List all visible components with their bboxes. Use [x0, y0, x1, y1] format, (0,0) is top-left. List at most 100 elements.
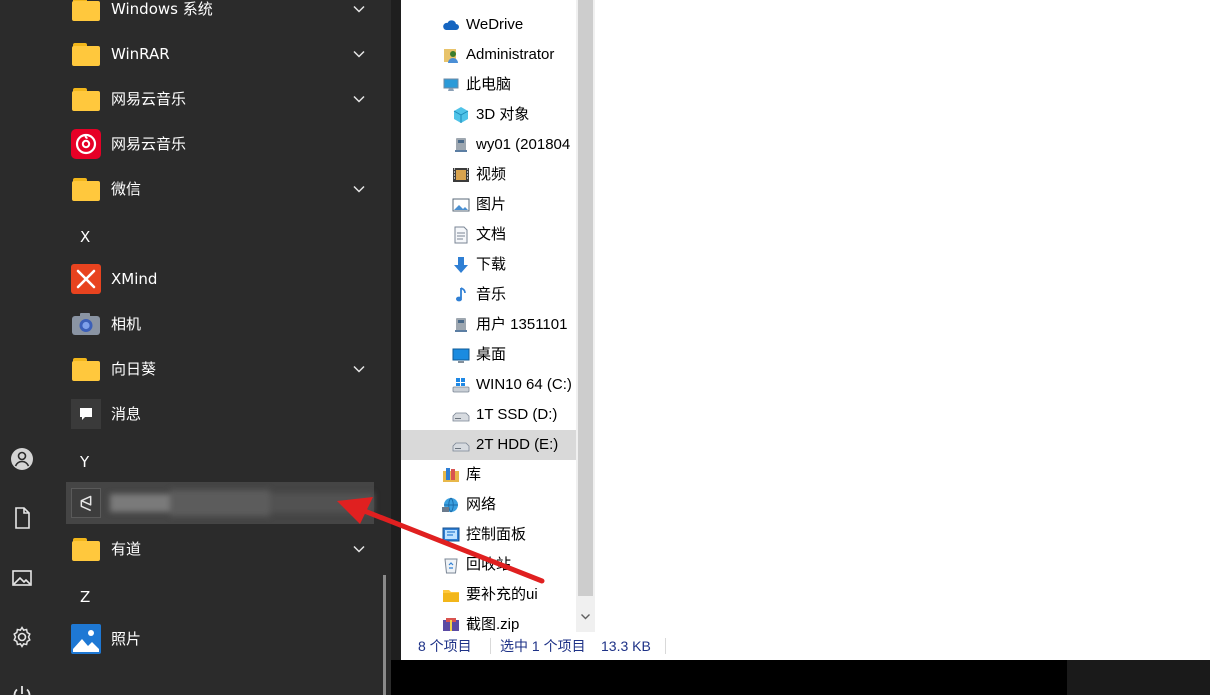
app-item-windows-system[interactable]: Windows 系统 — [66, 0, 374, 29]
folder-icon — [71, 39, 101, 69]
nav-label: 视频 — [476, 166, 507, 183]
nav-item-music[interactable]: 音乐 — [401, 280, 576, 310]
nav-item-network[interactable]: 网络 — [401, 490, 576, 520]
app-label: Windows 系统 — [111, 0, 213, 18]
nav-item-recycle-bin[interactable]: 回收站 — [401, 550, 576, 580]
power-button[interactable] — [5, 678, 39, 695]
nav-item-downloads[interactable]: 下载 — [401, 250, 576, 280]
nav-label: 网络 — [466, 496, 497, 513]
nav-item-pictures[interactable]: 图片 — [401, 190, 576, 220]
scrollbar-thumb[interactable] — [578, 0, 593, 596]
group-letter-y[interactable]: Y — [80, 447, 100, 477]
chevron-down-icon[interactable] — [352, 47, 366, 61]
nav-label: Administrator — [466, 46, 555, 63]
status-item-count: 8 个项目 — [418, 638, 472, 654]
app-label: 网易云音乐 — [111, 90, 187, 108]
3d-objects-icon — [453, 107, 469, 123]
control-panel-icon — [442, 527, 460, 542]
nav-label: 此电脑 — [466, 76, 512, 93]
app-label: 有道 — [111, 540, 142, 558]
nav-label: 用户 1351101 — [476, 316, 568, 333]
camera-icon — [72, 313, 100, 335]
cloud-icon — [443, 20, 459, 30]
app-item-winrar[interactable]: WinRAR — [66, 34, 374, 74]
network-icon — [442, 497, 458, 513]
nav-label: 要补充的ui — [466, 586, 538, 603]
app-item-blurred-unity[interactable] — [66, 482, 374, 524]
nav-item-drive-c[interactable]: WIN10 64 (C:) — [401, 370, 576, 400]
zip-icon — [443, 618, 459, 631]
nav-item-drive-d[interactable]: 1T SSD (D:) — [401, 400, 576, 430]
nav-label: 文档 — [476, 226, 507, 243]
nav-item-desktop[interactable]: 桌面 — [401, 340, 576, 370]
nav-item-3d-objects[interactable]: 3D 对象 — [401, 100, 576, 130]
nav-item-administrator[interactable]: Administrator — [401, 40, 576, 70]
app-item-netease-folder[interactable]: 网易云音乐 — [66, 79, 374, 119]
nav-item-user-1351101[interactable]: 用户 1351101 — [401, 310, 576, 340]
nav-label: 音乐 — [476, 286, 507, 303]
netease-music-icon — [71, 129, 101, 159]
scroll-down-arrow-icon[interactable] — [580, 611, 591, 622]
nav-item-zip[interactable]: 截图.zip — [401, 610, 576, 632]
app-item-youdao-folder[interactable]: 有道 — [66, 529, 374, 569]
nav-item-videos[interactable]: 视频 — [401, 160, 576, 190]
user-icon — [11, 448, 33, 470]
start-rail — [0, 0, 44, 695]
folder-icon — [71, 0, 101, 24]
content-pane[interactable] — [595, 0, 1210, 632]
network-drive-icon — [455, 138, 467, 152]
nav-label: wy01 (201804 — [476, 136, 571, 153]
chevron-down-icon[interactable] — [352, 2, 366, 16]
nav-label: 下载 — [476, 256, 507, 273]
group-letter-z[interactable]: Z — [80, 582, 100, 612]
documents-button[interactable] — [5, 501, 39, 535]
navigation-scrollbar[interactable] — [576, 0, 595, 632]
app-item-photos[interactable]: 照片 — [66, 619, 374, 659]
nav-item-control-panel[interactable]: 控制面板 — [401, 520, 576, 550]
nav-label: 库 — [466, 466, 482, 483]
nav-item-documents[interactable]: 文档 — [401, 220, 576, 250]
user-folder-icon — [444, 49, 458, 63]
app-label: 网易云音乐 — [111, 135, 187, 153]
app-label: 微信 — [111, 180, 142, 198]
blurred-label — [110, 490, 374, 516]
user-account-button[interactable] — [5, 442, 39, 476]
app-item-netease-music[interactable]: 网易云音乐 — [66, 124, 374, 164]
nav-item-wy01[interactable]: wy01 (201804 — [401, 130, 576, 160]
this-pc-icon — [443, 78, 459, 91]
chevron-down-icon[interactable] — [352, 362, 366, 376]
folder-icon — [71, 84, 101, 114]
navigation-pane: WeDrive Administrator 此电脑 3D 对象 wy01 (20… — [401, 0, 576, 632]
app-item-wechat-folder[interactable]: 微信 — [66, 169, 374, 209]
nav-label: WIN10 64 (C:) — [476, 376, 572, 393]
settings-button[interactable] — [5, 620, 39, 654]
nav-label: 1T SSD (D:) — [476, 406, 558, 423]
documents-icon — [454, 226, 468, 244]
pictures-button[interactable] — [5, 561, 39, 595]
start-scrollbar[interactable] — [383, 575, 386, 695]
nav-item-ui-folder[interactable]: 要补充的ui — [401, 580, 576, 610]
desktop-icon — [452, 348, 470, 363]
power-icon — [13, 686, 31, 695]
downloads-icon — [454, 257, 468, 273]
nav-item-drive-e[interactable]: 2T HDD (E:) — [401, 430, 576, 460]
group-letter-x[interactable]: X — [80, 222, 100, 252]
settings-icon — [13, 626, 31, 648]
chevron-down-icon[interactable] — [352, 92, 366, 106]
chevron-down-icon[interactable] — [352, 182, 366, 196]
app-item-camera[interactable]: 相机 — [66, 304, 374, 344]
unity-icon — [71, 488, 101, 518]
app-item-messaging[interactable]: 消息 — [66, 394, 374, 434]
app-item-sunflower-folder[interactable]: 向日葵 — [66, 349, 374, 389]
nav-item-this-pc[interactable]: 此电脑 — [401, 70, 576, 100]
file-explorer-window: WeDrive Administrator 此电脑 3D 对象 wy01 (20… — [401, 0, 1210, 660]
app-label: XMind — [111, 270, 158, 288]
nav-item-libraries[interactable]: 库 — [401, 460, 576, 490]
nav-item-wedrive[interactable]: WeDrive — [401, 10, 576, 40]
app-item-xmind[interactable]: XMind — [66, 259, 374, 299]
start-menu: Windows 系统 WinRAR 网易云音乐 网易云音乐 微信 X XMind… — [0, 0, 391, 695]
photos-icon — [71, 624, 101, 654]
screen: Windows 系统 WinRAR 网易云音乐 网易云音乐 微信 X XMind… — [0, 0, 1210, 695]
chevron-down-icon[interactable] — [352, 542, 366, 556]
nav-label: 2T HDD (E:) — [476, 436, 559, 453]
